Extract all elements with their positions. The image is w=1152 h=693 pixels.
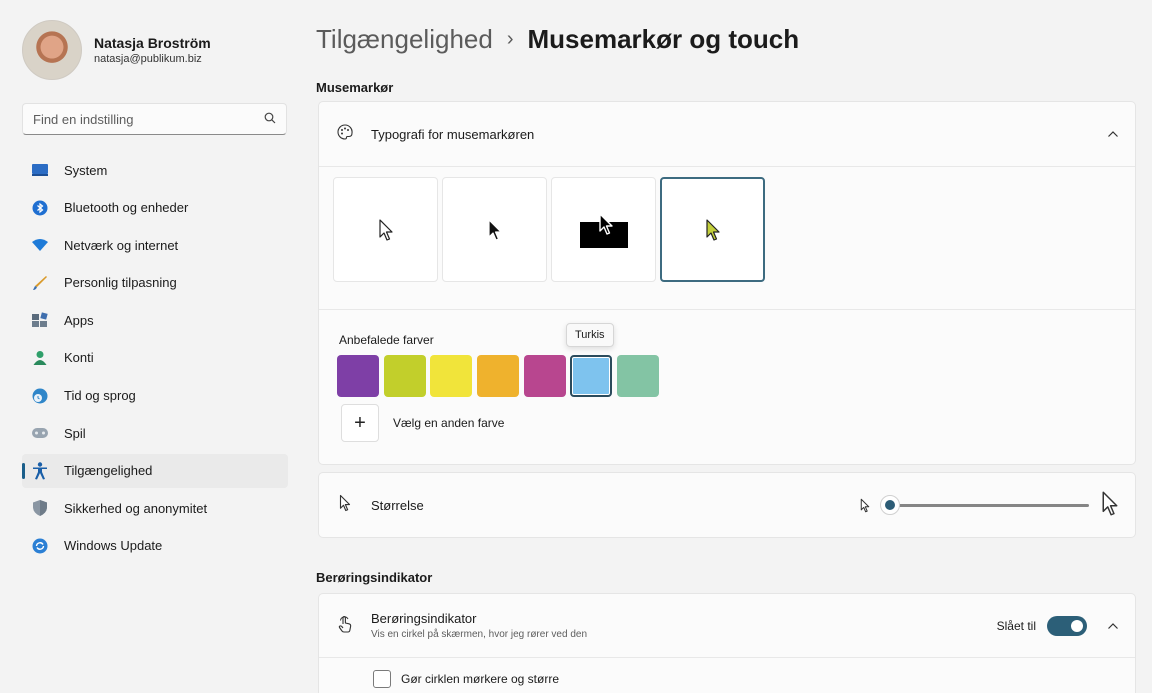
sidebar-item-apps[interactable]: Apps: [22, 303, 288, 337]
section-title-touch: Berøringsindikator: [316, 570, 433, 585]
recommended-colors: [319, 355, 1135, 397]
small-pointer-icon: [860, 498, 870, 518]
color-swatch[interactable]: [337, 355, 379, 397]
sidebar-item-label: Personlig tilpasning: [64, 275, 177, 291]
sidebar-item-label: Konti: [64, 350, 94, 366]
size-slider-track[interactable]: [889, 504, 1089, 507]
color-swatch-selected[interactable]: [570, 355, 613, 397]
sidebar-item-label: Netværk og internet: [64, 237, 179, 253]
accessibility-icon: [32, 462, 48, 480]
pointer-style-options: [319, 167, 1135, 282]
user-profile[interactable]: Natasja Broström natasja@publikum.biz: [22, 20, 211, 80]
darker-circle-label[interactable]: Gør cirklen mørkere og større: [401, 672, 559, 686]
bluetooth-icon: [32, 200, 48, 216]
chevron-up-icon[interactable]: [1107, 127, 1119, 141]
sidebar-item-label: Windows Update: [64, 538, 163, 554]
avatar: [22, 20, 82, 80]
search-icon[interactable]: [264, 112, 276, 127]
chevron-up-icon[interactable]: [1107, 619, 1119, 633]
sidebar-item-network[interactable]: Netværk og internet: [22, 228, 288, 262]
sidebar-item-windows-update[interactable]: Windows Update: [22, 529, 288, 563]
touch-indicator-description: Vis en cirkel på skærmen, hvor jeg rører…: [371, 629, 588, 640]
sidebar-item-privacy-security[interactable]: Sikkerhed og anonymitet: [22, 491, 288, 525]
color-swatch[interactable]: [477, 355, 520, 397]
sidebar: Natasja Broström natasja@publikum.biz Sy…: [0, 0, 300, 693]
sidebar-item-label: Apps: [64, 312, 94, 328]
globe-clock-icon: [32, 388, 48, 404]
sidebar-item-label: Tid og sprog: [64, 388, 136, 404]
pointer-icon: [335, 494, 355, 516]
sidebar-item-label: System: [64, 162, 108, 178]
sidebar-nav: System Bluetooth og enheder Netværk og i…: [22, 153, 288, 567]
update-icon: [32, 538, 48, 554]
person-icon: [32, 350, 48, 366]
pointer-style-card: Typografi for musemarkøren Anbefalede fa…: [318, 101, 1136, 465]
cursor-white-icon: [378, 218, 393, 241]
touch-indicator-toggle[interactable]: [1047, 615, 1087, 636]
color-swatch[interactable]: [617, 355, 660, 397]
add-color-label[interactable]: Vælg en anden farve: [393, 416, 504, 430]
plus-icon: +: [354, 411, 366, 434]
touch-indicator-card: Berøringsindikator Vis en cirkel på skær…: [318, 593, 1136, 693]
page-title: Musemarkør og touch: [527, 24, 800, 54]
wifi-icon: [32, 237, 48, 253]
sidebar-item-system[interactable]: System: [22, 153, 288, 187]
main-content: Tilgængelighed › Musemarkør og touch Mus…: [316, 0, 1136, 693]
palette-icon: [335, 124, 355, 144]
breadcrumb-parent[interactable]: Tilgængelighed: [316, 24, 493, 55]
pointer-size-label: Størrelse: [371, 497, 424, 513]
sidebar-item-time-language[interactable]: Tid og sprog: [22, 379, 288, 413]
profile-email: natasja@publikum.biz: [94, 53, 202, 65]
pointer-style-white[interactable]: [333, 177, 438, 282]
sidebar-item-label: Tilgængelighed: [64, 463, 153, 479]
sidebar-item-label: Sikkerhed og anonymitet: [64, 500, 208, 516]
monitor-icon: [32, 162, 48, 178]
sidebar-item-bluetooth[interactable]: Bluetooth og enheder: [22, 191, 288, 225]
sidebar-item-label: Spil: [64, 425, 86, 441]
large-pointer-icon: [1101, 490, 1119, 522]
search-box: [22, 103, 287, 135]
cursor-inverted-icon: [579, 211, 628, 248]
brush-icon: [32, 275, 48, 291]
cursor-custom-icon: [705, 218, 720, 241]
size-slider-thumb[interactable]: [880, 495, 900, 515]
breadcrumb: Tilgængelighed › Musemarkør og touch: [316, 24, 799, 55]
color-swatch[interactable]: [383, 355, 426, 397]
sidebar-item-label: Bluetooth og enheder: [64, 200, 189, 216]
pointer-style-inverted[interactable]: [551, 177, 656, 282]
pointer-size-card: Størrelse: [318, 472, 1136, 538]
color-swatch[interactable]: [523, 355, 566, 397]
touch-hand-icon: [335, 615, 355, 637]
pointer-style-black[interactable]: [442, 177, 547, 282]
breadcrumb-separator: ›: [506, 28, 514, 50]
sidebar-item-accounts[interactable]: Konti: [22, 341, 288, 375]
sidebar-item-personalization[interactable]: Personlig tilpasning: [22, 266, 288, 300]
touch-indicator-label: Berøringsindikator: [371, 611, 477, 626]
color-tooltip: Turkis: [566, 323, 614, 347]
cursor-black-icon: [487, 218, 502, 241]
color-swatch[interactable]: [430, 355, 473, 397]
search-input[interactable]: [33, 111, 264, 127]
profile-name: Natasja Broström: [94, 35, 211, 51]
touch-indicator-header[interactable]: Berøringsindikator Vis en cirkel på skær…: [319, 594, 1135, 657]
add-color-button[interactable]: +: [341, 404, 379, 442]
shield-icon: [32, 500, 48, 517]
sidebar-item-gaming[interactable]: Spil: [22, 416, 288, 450]
recommended-colors-label: Anbefalede farver: [339, 333, 434, 347]
apps-icon: [32, 312, 48, 328]
gamepad-icon: [32, 425, 48, 441]
sidebar-item-accessibility[interactable]: Tilgængelighed: [22, 453, 288, 488]
section-title-pointer: Musemarkør: [316, 80, 394, 95]
pointer-style-custom[interactable]: [660, 177, 765, 282]
pointer-style-label: Typografi for musemarkøren: [371, 126, 535, 142]
toggle-state-label: Slået til: [996, 618, 1036, 633]
darker-circle-checkbox[interactable]: [373, 670, 391, 688]
pointer-style-header[interactable]: Typografi for musemarkøren: [319, 102, 1135, 166]
